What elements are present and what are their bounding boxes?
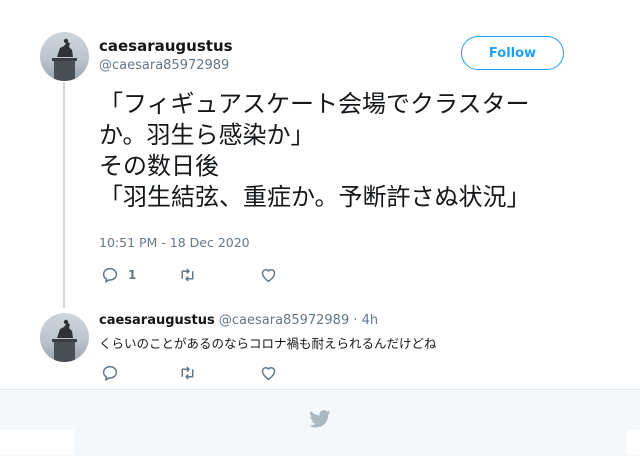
retweet-icon [181, 268, 194, 282]
retweet-button[interactable] [178, 266, 197, 284]
statue-avatar-image [52, 319, 77, 362]
reply-button[interactable]: 1 [101, 266, 136, 284]
reply-reply-button[interactable] [101, 364, 119, 382]
reply-icon [102, 365, 118, 382]
thread-connector-line [63, 82, 65, 308]
tweet-text: 「フィギュアスケート会場でクラスター か。羽生ら感染か」 その数日後 「羽生結弦… [99, 89, 609, 213]
tweet-text-line: 「フィギュアスケート会場でクラスター [99, 90, 530, 118]
footer-edge-left [0, 430, 74, 455]
reply-author-name[interactable]: caesaraugustus [99, 313, 215, 328]
reply-retweet-button[interactable] [178, 364, 197, 382]
tweet-timestamp[interactable]: 10:51 PM - 18 Dec 2020 [99, 235, 250, 250]
twitter-bird-icon[interactable] [309, 410, 331, 428]
tweet-text-line: その数日後 [99, 152, 219, 180]
follow-button-label: Follow [488, 45, 537, 61]
follow-button[interactable]: Follow [461, 36, 564, 70]
reply-author-handle[interactable]: @caesara85972989 [219, 313, 349, 328]
statue-avatar-image [52, 38, 77, 81]
heart-icon [261, 367, 276, 381]
reply-count: 1 [128, 268, 137, 282]
like-button[interactable] [259, 266, 278, 284]
reply-separator: · [353, 313, 358, 328]
footer-edge-right [627, 430, 640, 455]
author-avatar[interactable] [40, 32, 89, 81]
heart-icon [261, 269, 276, 283]
reply-icon [102, 267, 118, 284]
reply-header: caesaraugustus @caesara85972989 · 4h [99, 313, 378, 328]
embed-footer [0, 389, 640, 456]
tweet-text-line: 「羽生結弦、重症か。予断許さぬ状況」 [99, 183, 531, 211]
reply-text: くらいのことがあるのならコロナ禍も耐えられるんだけどね [99, 336, 437, 351]
reply-like-button[interactable] [259, 364, 278, 382]
author-handle[interactable]: @caesara85972989 [99, 58, 229, 73]
reply-age[interactable]: 4h [362, 313, 379, 328]
author-name[interactable]: caesaraugustus [99, 37, 233, 55]
tweet-text-line: か。羽生ら感染か」 [99, 121, 315, 149]
retweet-icon [181, 366, 194, 380]
reply-author-avatar[interactable] [40, 313, 89, 362]
